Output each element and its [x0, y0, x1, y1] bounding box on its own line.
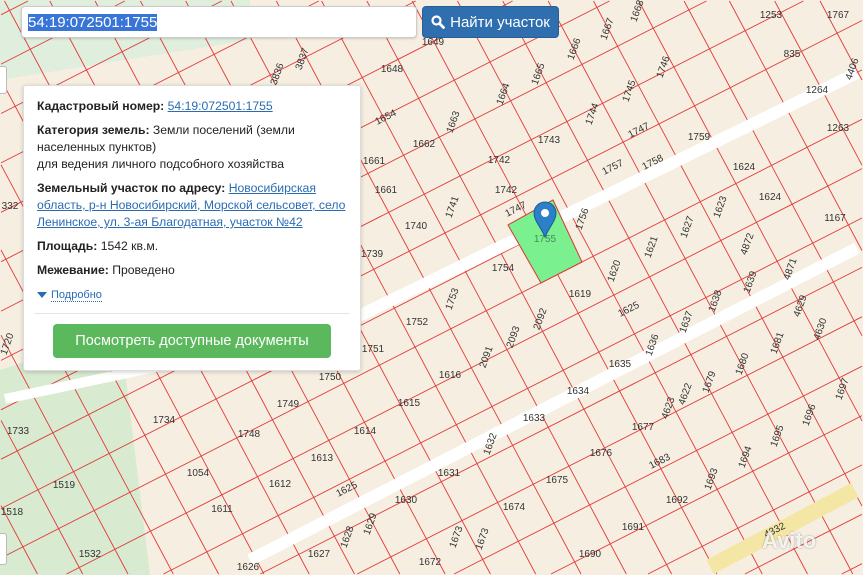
- parcel-label: 1661: [375, 185, 398, 196]
- parcel-label: 1677: [632, 422, 655, 433]
- parcel-label: 1751: [362, 344, 385, 355]
- parcel-label: 1662: [413, 139, 436, 150]
- more-details-toggle[interactable]: Подробно: [37, 286, 347, 304]
- area-value: 1542 кв.м.: [100, 239, 159, 253]
- parcel-label: 1674: [503, 502, 526, 513]
- parcel-label: 1630: [395, 495, 418, 506]
- parcel-label: 1054: [187, 468, 210, 479]
- parcel-label: 1631: [438, 468, 461, 479]
- find-parcel-button[interactable]: Найти участок: [422, 6, 559, 38]
- parcel-label: 1759: [688, 132, 711, 143]
- parcel-label: 1740: [405, 221, 428, 232]
- parcel-label: 1624: [759, 192, 782, 203]
- parcel-label: 1750: [319, 372, 342, 383]
- parcel-label: 1532: [79, 549, 102, 560]
- parcel-label: 1743: [538, 135, 561, 146]
- parcel-label: 1691: [622, 522, 645, 533]
- search-input-value: 54:19:072501:1755: [28, 14, 158, 31]
- survey-label: Межевание:: [37, 263, 109, 277]
- parcel-label: 1742: [495, 185, 518, 196]
- parcel-label: 1615: [398, 398, 421, 409]
- parcel-label: 1649: [422, 37, 445, 48]
- parcel-label: 1767: [827, 10, 850, 21]
- parcel-label: 1742: [488, 155, 511, 166]
- parcel-label: 1748: [238, 429, 261, 440]
- cadastral-number-link[interactable]: 54:19:072501:1755: [168, 99, 273, 113]
- parcel-info-panel: Кадастровый номер: 54:19:072501:1755 Кат…: [23, 85, 361, 371]
- view-documents-button[interactable]: Посмотреть доступные документы: [53, 324, 331, 358]
- parcel-label: 1634: [567, 386, 590, 397]
- parcel-label: 1619: [569, 289, 592, 300]
- parcel-label: 1734: [153, 415, 176, 426]
- parcel-label: 1616: [439, 370, 462, 381]
- parcel-label: 1264: [806, 85, 829, 96]
- parcel-label: 1626: [237, 562, 260, 573]
- parcel-label: 1614: [354, 426, 377, 437]
- parcel-label: 1627: [308, 549, 331, 560]
- parcel-label: 1675: [546, 475, 569, 486]
- parcel-label: 1733: [7, 426, 30, 437]
- caret-down-icon: [37, 291, 47, 298]
- parcel-label: 1633: [523, 413, 546, 424]
- parcel-label: 1624: [733, 162, 756, 173]
- area-label: Площадь:: [37, 239, 98, 253]
- search-icon: [431, 15, 446, 29]
- cadastral-search-input[interactable]: 54:19:072501:1755: [21, 6, 417, 38]
- parcel-label: 1611: [211, 504, 233, 515]
- parcel-label: 1749: [277, 399, 300, 410]
- parcel-label: 1519: [53, 480, 76, 491]
- parcel-label: 1661: [363, 156, 386, 167]
- parcel-label: 1518: [1, 507, 24, 518]
- parcel-label: 1676: [590, 448, 613, 459]
- find-parcel-label: Найти участок: [450, 13, 550, 31]
- parcel-label: 1613: [311, 453, 334, 464]
- parcel-label: 1692: [666, 495, 689, 506]
- parcel-label: 1253: [760, 10, 783, 21]
- map-control[interactable]: [0, 533, 7, 565]
- divider: [34, 313, 350, 314]
- parcel-label: 1612: [269, 479, 292, 490]
- parcel-label: 1754: [492, 263, 515, 274]
- parcel-label: 1167: [824, 213, 846, 224]
- parcel-label: 1635: [609, 359, 632, 370]
- parcel-label: 835: [784, 49, 801, 60]
- parcel-label: 1690: [579, 549, 602, 560]
- parcel-label: 1648: [381, 64, 404, 75]
- parcel-label: 1672: [419, 557, 442, 568]
- parcel-label: 1752: [406, 317, 429, 328]
- survey-value: Проведено: [112, 263, 175, 277]
- more-details-label: Подробно: [51, 289, 102, 302]
- address-label: Земельный участок по адресу:: [37, 181, 226, 195]
- zoom-control[interactable]: [0, 66, 7, 94]
- category-label: Категория земель:: [37, 123, 150, 137]
- cadastral-label: Кадастровый номер:: [37, 99, 165, 113]
- parcel-label: 1263: [827, 123, 850, 134]
- parcel-label: 1739: [361, 249, 384, 260]
- parcel-label: 332: [2, 201, 19, 212]
- avito-watermark: Avito: [762, 528, 817, 553]
- category-purpose: для ведения личного подсобного хозяйства: [37, 157, 285, 171]
